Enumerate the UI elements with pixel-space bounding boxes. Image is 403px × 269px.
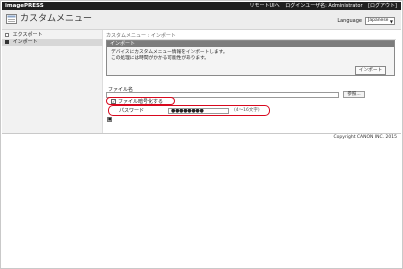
password-input[interactable]: ●●●●●●●● [168,108,229,114]
sidebar: エクスポート インポート [2,30,103,133]
sidebar-item-export[interactable]: エクスポート [2,32,103,39]
language-value: Japanese [368,17,389,23]
encrypt-option-highlight: ✓ ファイル暗号化する [106,97,175,105]
page-frame: imagePRESS リモートUIへ ログインユーザ名: Administrat… [0,0,403,269]
page-title: カスタムメニュー [20,14,93,24]
main-content: カスタムメニュー : インポート インポート デバイスにカスタムメニュー情報をイ… [106,30,401,133]
bullet-icon [5,39,9,44]
language-selector: Language Japanese ▼ [337,16,395,25]
sidebar-item-label: エクスポート [12,32,43,38]
remote-ui-link[interactable]: リモートUIへ [250,3,280,9]
panel-text-line: この処理には時間がかかる可能性があります。 [111,56,209,61]
top-bar: imagePRESS リモートUIへ ログインユーザ名: Administrat… [2,2,401,10]
language-select[interactable]: Japanese ▼ [365,16,395,25]
bullet-icon [5,32,9,37]
language-label: Language [337,17,362,24]
import-button[interactable]: インポート [355,66,386,75]
panel-description: デバイスにカスタムメニュー情報をインポートします。 この処理には時間がかかる可能… [111,50,228,62]
password-row-highlight: パスワード ●●●●●●●● (4〜16文字) [108,105,270,116]
top-links: リモートUIへ ログインユーザ名: Administrator [ログアウト] [246,3,398,9]
copyright-text: Copyright CANON INC. 2015 [333,135,398,140]
footer-divider [2,133,401,134]
password-hint: (4〜16文字) [234,108,260,113]
logout-link[interactable]: [ログアウト] [368,3,397,9]
custom-menu-icon [6,14,17,24]
apply-icon[interactable]: ■ [107,117,112,122]
login-user-text: ログインユーザ名: Administrator [285,3,363,9]
breadcrumb: カスタムメニュー : インポート [106,33,176,39]
sidebar-item-label: インポート [12,39,38,45]
password-label: パスワード [119,108,145,114]
brand-logo: imagePRESS [5,3,44,9]
encrypt-checkbox[interactable]: ✓ [111,99,116,104]
page-header: カスタムメニュー Language Japanese ▼ [2,10,401,30]
sidebar-item-import[interactable]: インポート [2,39,103,46]
browse-button[interactable]: 参照... [343,91,365,98]
import-panel: インポート デバイスにカスタムメニュー情報をインポートします。 この処理には時間… [106,40,395,76]
panel-title: インポート [107,41,394,47]
chevron-down-icon: ▼ [389,18,393,24]
